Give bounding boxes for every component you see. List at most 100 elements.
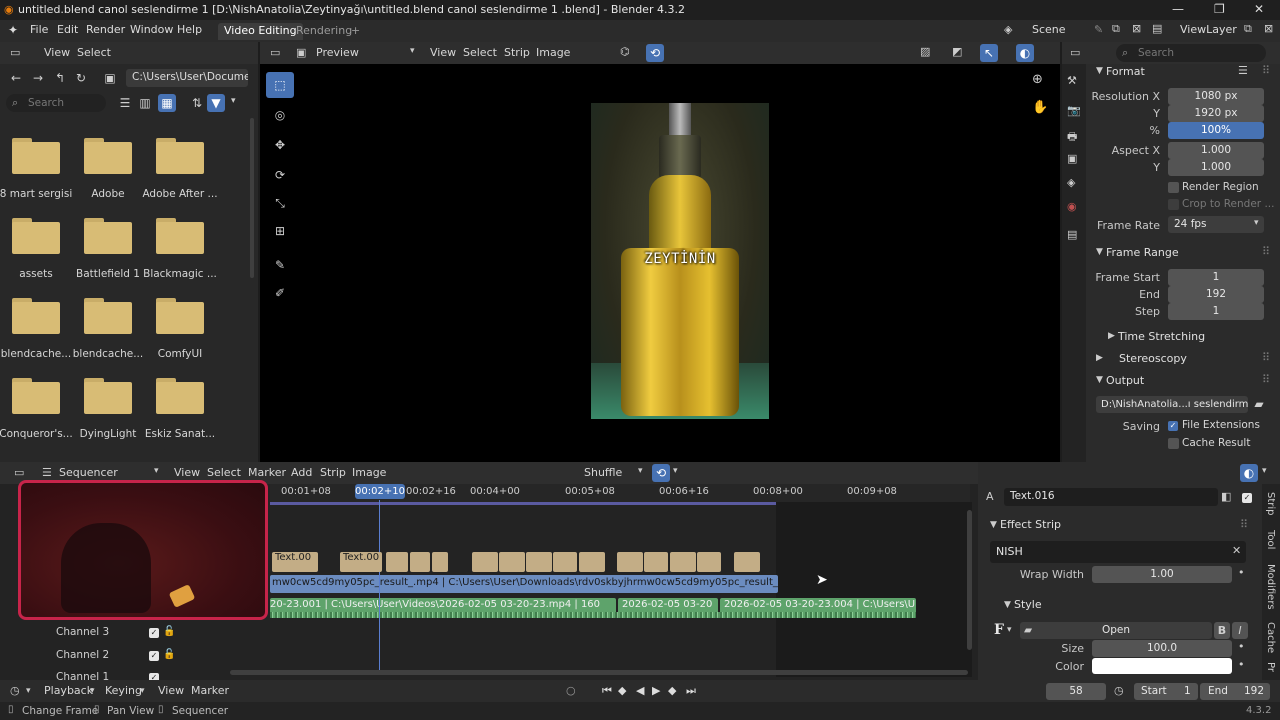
scrollbar[interactable]: [250, 118, 254, 278]
vertical-list-icon[interactable]: ☰: [116, 94, 134, 112]
text-strip[interactable]: [553, 552, 577, 572]
menu-file[interactable]: File: [30, 23, 48, 36]
text-content-field[interactable]: NISH: [990, 541, 1246, 563]
end-frame-field[interactable]: End 192: [1200, 683, 1270, 700]
menu-marker[interactable]: Marker: [191, 684, 229, 697]
back-arrow-icon[interactable]: ←: [7, 69, 25, 87]
cache-result-checkbox[interactable]: [1168, 438, 1179, 449]
chevron-down-icon[interactable]: ▾: [1262, 466, 1267, 476]
timeline-ruler[interactable]: 00:01+08 00:02+16 00:04+00 00:05+08 00:0…: [270, 484, 970, 502]
frame-range-section-title[interactable]: Frame Range: [1106, 246, 1179, 259]
text-strip[interactable]: [644, 552, 668, 572]
menu-view[interactable]: View: [430, 46, 456, 59]
resolution-x-field[interactable]: 1080 px: [1168, 88, 1264, 105]
chevron-down-icon[interactable]: ▼: [990, 520, 997, 530]
format-section-title[interactable]: Format: [1106, 65, 1145, 78]
current-time-indicator[interactable]: 00:02+10: [355, 484, 405, 499]
parent-dir-icon[interactable]: ↰: [51, 69, 69, 87]
gizmo-icon[interactable]: ↖: [980, 44, 998, 62]
chevron-down-icon[interactable]: ▾: [638, 466, 643, 476]
search-input[interactable]: ⌕ Search: [6, 94, 106, 112]
frame-start-field[interactable]: 1: [1168, 269, 1264, 286]
display-icon[interactable]: ▨: [920, 45, 930, 58]
chevron-down-icon[interactable]: ▼: [1096, 66, 1103, 76]
folder-item[interactable]: ComfyUI: [140, 298, 220, 362]
preview-mode-selector[interactable]: Preview: [316, 46, 359, 59]
frame-step-field[interactable]: 1: [1168, 303, 1264, 320]
chevron-down-icon[interactable]: ▾: [140, 686, 145, 696]
presets-icon[interactable]: ☰: [1238, 64, 1248, 77]
channels-icon[interactable]: ◩: [952, 45, 962, 58]
jump-start-icon[interactable]: ⏮: [602, 684, 612, 698]
folder-item[interactable]: Adobe After ...: [140, 138, 220, 202]
chevron-right-icon[interactable]: ▶: [1108, 331, 1115, 341]
editor-type-icon[interactable]: ▭: [10, 46, 20, 59]
channel-2-checkbox[interactable]: ✓: [149, 651, 159, 661]
folder-item[interactable]: assets: [0, 218, 76, 282]
tab-proxy[interactable]: Pr: [1265, 662, 1276, 672]
style-subpanel-title[interactable]: Style: [1014, 598, 1042, 611]
annotate-tool-icon[interactable]: ✐: [266, 280, 294, 306]
resolution-pct-field[interactable]: 100%: [1168, 122, 1264, 139]
scene-tab-icon[interactable]: ◈: [1067, 176, 1075, 189]
time-stretching-subpanel[interactable]: Time Stretching: [1118, 330, 1205, 343]
keyframe-dot-icon[interactable]: •: [1238, 640, 1245, 653]
filter-icon[interactable]: ▼: [207, 94, 225, 112]
drag-handle-icon[interactable]: ⠿: [1240, 518, 1248, 531]
new-scene-icon[interactable]: ⧉: [1112, 22, 1120, 36]
world-tab-icon[interactable]: ◉: [1067, 200, 1077, 213]
color-swatch[interactable]: [1092, 658, 1232, 674]
folder-item[interactable]: Battlefield 1: [68, 218, 148, 282]
text-strip[interactable]: [410, 552, 430, 572]
maximize-icon[interactable]: ❐: [1214, 2, 1225, 16]
text-strip[interactable]: [579, 552, 605, 572]
menu-window[interactable]: Window: [130, 23, 173, 36]
bold-toggle[interactable]: B: [1214, 622, 1230, 639]
menu-view[interactable]: View: [174, 466, 200, 479]
pivot-icon[interactable]: ⌬: [620, 45, 630, 58]
viewlayer-selector[interactable]: ViewLayer: [1180, 23, 1237, 36]
size-field[interactable]: 100.0: [1092, 640, 1232, 657]
current-frame-field[interactable]: 58: [1046, 683, 1106, 700]
play-icon[interactable]: ▶: [652, 684, 660, 697]
menu-image[interactable]: Image: [536, 46, 570, 59]
chevron-down-icon[interactable]: ▾: [154, 466, 159, 476]
folder-item[interactable]: blendcache...: [0, 298, 76, 362]
strip-name-field[interactable]: Text.016: [1004, 488, 1218, 506]
chevron-down-icon[interactable]: ▾: [231, 96, 236, 106]
properties-search-input[interactable]: ⌕ Search: [1116, 44, 1266, 62]
text-strip[interactable]: [734, 552, 760, 572]
tool-tab-icon[interactable]: ⚒: [1067, 74, 1077, 87]
forward-arrow-icon[interactable]: →: [29, 69, 47, 87]
render-region-checkbox[interactable]: [1168, 182, 1179, 193]
movie-strip[interactable]: mw0cw5cd9my05pc_result_.mp4 | C:\Users\U…: [270, 575, 778, 593]
text-strip[interactable]: [472, 552, 498, 572]
drag-handle-icon[interactable]: ⠿: [1262, 373, 1270, 386]
folder-browse-icon[interactable]: ▰: [1250, 395, 1268, 413]
overlays-icon[interactable]: ◐: [1240, 464, 1258, 482]
crop-checkbox[interactable]: [1168, 199, 1179, 210]
output-tab-icon[interactable]: 🖶: [1067, 128, 1077, 147]
scene-selector[interactable]: Scene: [1032, 23, 1066, 36]
drag-handle-icon[interactable]: ⠿: [1262, 351, 1270, 364]
channel-3-checkbox[interactable]: ✓: [149, 628, 159, 638]
menu-select[interactable]: Select: [207, 466, 241, 479]
menu-select[interactable]: Select: [463, 46, 497, 59]
overlap-mode-selector[interactable]: Shuffle: [584, 466, 622, 479]
jump-end-icon[interactable]: ⏭: [686, 684, 696, 698]
text-strip[interactable]: Text.00: [272, 552, 318, 572]
snap-icon[interactable]: ⟲: [652, 464, 670, 482]
add-workspace-button[interactable]: +: [345, 23, 366, 40]
menu-view[interactable]: View: [44, 46, 70, 59]
render-tab-icon[interactable]: 📷: [1067, 104, 1081, 117]
text-strip[interactable]: [697, 552, 721, 572]
select-tool-icon[interactable]: ⬚: [266, 72, 294, 98]
viewlayer-icon[interactable]: ▤: [1152, 22, 1162, 35]
chevron-down-icon[interactable]: ▼: [1004, 600, 1011, 610]
menu-image[interactable]: Image: [352, 466, 386, 479]
drag-handle-icon[interactable]: ⠿: [1262, 64, 1270, 77]
close-icon[interactable]: ✕: [1254, 2, 1264, 16]
record-icon[interactable]: ○: [566, 684, 576, 697]
folder-item[interactable]: Conqueror's...: [0, 378, 76, 442]
collection-tab-icon[interactable]: ▤: [1067, 228, 1077, 241]
